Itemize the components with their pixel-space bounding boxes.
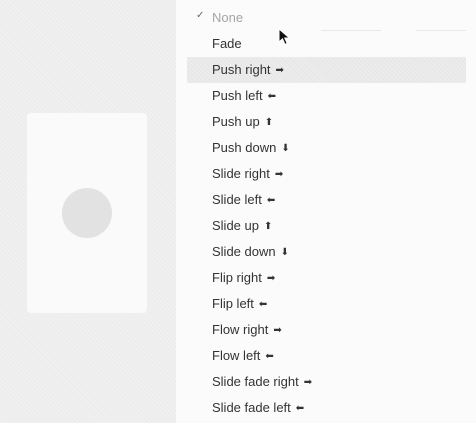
menu-item-label: Push left ⬅ <box>212 88 276 103</box>
arrow-right-icon: ➡ <box>274 169 284 180</box>
menu-item-flow-right[interactable]: Flow right ➡ <box>187 317 466 343</box>
arrow-left-icon: ⬅ <box>258 299 268 310</box>
menu-item-label: Flow right ➡ <box>212 322 282 337</box>
menu-item-label: Slide up ⬆ <box>212 218 273 233</box>
menu-item-none[interactable]: ✓ None <box>187 5 466 31</box>
preview-circle <box>62 188 112 238</box>
preview-panel <box>0 0 176 423</box>
preview-card <box>27 113 147 313</box>
menu-item-push-down[interactable]: Push down ⬇ <box>187 135 466 161</box>
menu-item-label: Slide left ⬅ <box>212 192 276 207</box>
mouse-cursor-icon <box>278 28 291 46</box>
arrow-left-icon: ⬅ <box>267 91 276 102</box>
check-icon: ✓ <box>196 10 205 21</box>
arrow-up-icon: ⬆ <box>264 117 274 128</box>
menu-item-slide-left[interactable]: Slide left ⬅ <box>187 187 466 213</box>
arrow-down-icon: ⬇ <box>281 143 290 154</box>
menu-item-push-right[interactable]: Push right ➡ <box>187 57 466 83</box>
menu-item-flow-left[interactable]: Flow left ⬅ <box>187 343 466 369</box>
arrow-right-icon: ➡ <box>275 65 284 76</box>
menu-item-slide-fade-left[interactable]: Slide fade left ⬅ <box>187 395 466 421</box>
menu-item-flip-left[interactable]: Flip left ⬅ <box>187 291 466 317</box>
menu-item-slide-down[interactable]: Slide down ⬇ <box>187 239 466 265</box>
menu-item-label: Slide right ➡ <box>212 166 284 181</box>
menu-item-label: None <box>212 10 244 25</box>
menu-item-slide-up[interactable]: Slide up ⬆ <box>187 213 466 239</box>
menu-item-label: Push up ⬆ <box>212 114 274 129</box>
transition-menu: ✓ None Fade Push right ➡ Push left ⬅ Push … <box>176 0 476 423</box>
menu-item-fade[interactable]: Fade <box>187 31 466 57</box>
arrow-down-icon: ⬇ <box>280 247 289 258</box>
menu-item-label: Slide fade right ➡ <box>212 374 313 389</box>
menu-item-slide-right[interactable]: Slide right ➡ <box>187 161 466 187</box>
menu-item-slide-fade-right[interactable]: Slide fade right ➡ <box>187 369 466 395</box>
menu-item-push-left[interactable]: Push left ⬅ <box>187 83 466 109</box>
menu-item-label: Push down ⬇ <box>212 140 290 155</box>
menu-item-label: Fade <box>212 36 242 51</box>
arrow-right-icon: ➡ <box>273 325 282 336</box>
menu-item-flip-right[interactable]: Flip right ➡ <box>187 265 466 291</box>
arrow-left-icon: ⬅ <box>265 351 274 362</box>
arrow-left-icon: ⬅ <box>266 195 276 206</box>
menu-item-push-up[interactable]: Push up ⬆ <box>187 109 466 135</box>
menu-item-label: Slide fade left ⬅ <box>212 400 305 415</box>
menu-item-label: Push right ➡ <box>212 62 284 77</box>
menu-item-label: Slide down ⬇ <box>212 244 289 259</box>
arrow-right-icon: ➡ <box>266 273 276 284</box>
menu-item-label: Flow left ⬅ <box>212 348 274 363</box>
menu-item-label: Flip left ⬅ <box>212 296 268 311</box>
arrow-up-icon: ⬆ <box>263 221 273 232</box>
arrow-right-icon: ➡ <box>303 377 313 388</box>
menu-item-label: Flip right ➡ <box>212 270 276 285</box>
arrow-left-icon: ⬅ <box>295 403 305 414</box>
